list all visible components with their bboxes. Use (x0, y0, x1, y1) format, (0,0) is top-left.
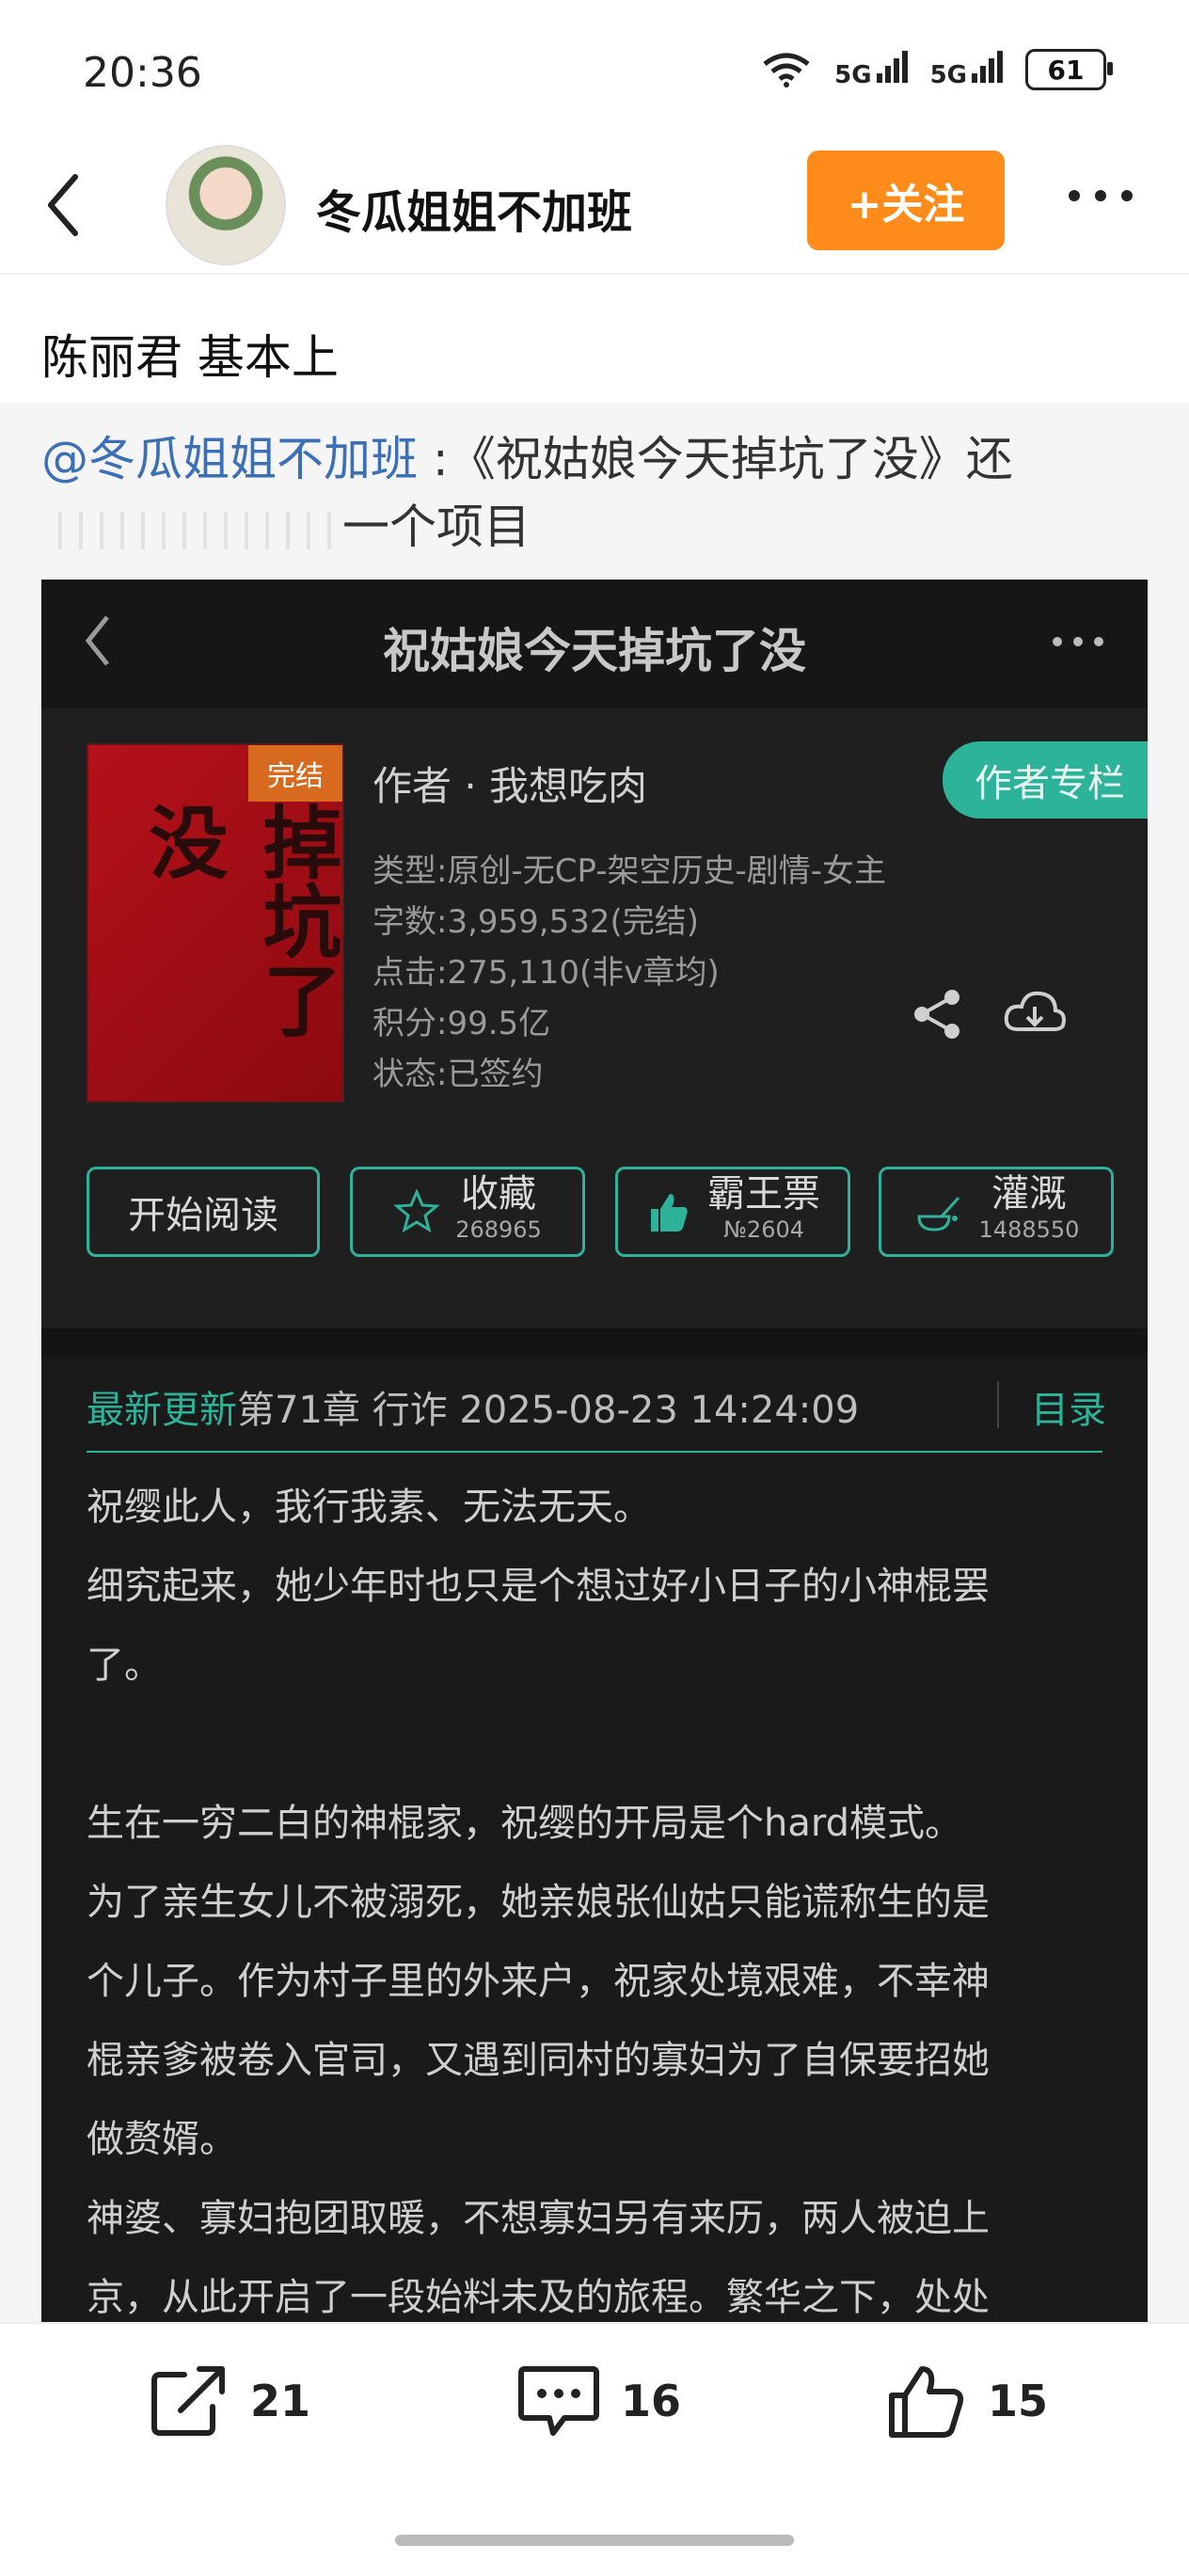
water-count: 1488550 (978, 1216, 1080, 1243)
water-label: 灌溉 (991, 1172, 1067, 1216)
repost-button[interactable]: 21 (147, 2361, 310, 2441)
quote-body: :《祝姑娘今天掉坑了没》还 (418, 432, 1013, 486)
book-cover: 完结 掉坑了没 (87, 743, 344, 1103)
comment-count: 16 (621, 2376, 682, 2426)
synopsis-line-5: 为了亲生女儿不被溺死，她亲娘张仙姑只能谎称生的是 (87, 1881, 990, 1924)
author-column-button: 作者专栏 (943, 741, 1148, 819)
user-name[interactable]: 冬瓜姐姐不加班 (316, 175, 632, 241)
latest-label: 最新更新 (87, 1389, 237, 1432)
latest-chapter: 第71章 行诈 2025-08-23 14:24:09 (237, 1389, 860, 1432)
quote-body-line2: 一个项目 (342, 500, 531, 554)
synopsis-line-7: 棍亲爹被卷入官司，又遇到同村的寡妇为了自保要招她 (87, 2039, 990, 2082)
start-reading-label: 开始阅读 (128, 1194, 278, 1237)
status-time: 20:36 (83, 49, 202, 97)
book-title: 祝姑娘今天掉坑了没 (383, 624, 806, 678)
synopsis-line-4: 生在一穷二白的神棍家，祝缨的开局是个hard模式。 (87, 1802, 962, 1845)
teal-rule (87, 1451, 1102, 1453)
like-button[interactable]: 15 (884, 2361, 1048, 2441)
share-icon (914, 990, 959, 1039)
like-icon (889, 2366, 964, 2438)
thumbs-up-icon (651, 1194, 688, 1232)
synopsis-line-3: 了。 (87, 1644, 162, 1687)
latest-update: 最新更新第71章 行诈 2025-08-23 14:24:09 (87, 1379, 859, 1434)
comment-icon (518, 2366, 599, 2436)
synopsis-line-9: 神婆、寡妇抱团取暖，不想寡妇另有来历，两人被迫上 (87, 2197, 990, 2240)
synopsis-line-2: 细究起来，她少年时也只是个想过好小日子的小神棍罢 (87, 1565, 990, 1608)
mention-link[interactable]: @冬瓜姐姐不加班 (41, 432, 418, 486)
collect-count: 268965 (455, 1216, 542, 1243)
watering-icon (917, 1196, 959, 1232)
network-label-2: 5G (929, 60, 967, 89)
avatar[interactable] (166, 145, 286, 265)
battery-level: 61 (1047, 54, 1085, 86)
meta-status: 状态:已签约 (373, 1056, 544, 1093)
signal-icon: 5G (834, 50, 908, 89)
post-text: 陈丽君 基本上 (41, 330, 339, 385)
author-name: 作者 · 我想吃肉 (373, 763, 648, 809)
battery-icon: 61 (1025, 49, 1113, 90)
meta-wordcount: 字数:3,959,532(完结) (373, 903, 700, 941)
start-reading-button: 开始阅读 (87, 1167, 320, 1257)
cover-title: 掉坑了没 (136, 802, 343, 1039)
synopsis-line-1: 祝缨此人，我行我素、无法无天。 (87, 1486, 651, 1529)
water-button: 灌溉 1488550 (879, 1167, 1114, 1257)
like-count: 15 (988, 2376, 1049, 2426)
vote-button: 霸王票 №2604 (615, 1167, 850, 1257)
embedded-screenshot[interactable]: 祝姑娘今天掉坑了没 完结 掉坑了没 作者 · 我想吃肉 作者专栏 类型:原创-无… (41, 580, 1148, 2322)
comment-button[interactable]: 16 (515, 2361, 681, 2441)
download-icon (1004, 991, 1066, 1031)
meta-genre: 类型:原创-无CP-架空历史-剧情-女主 (373, 852, 887, 890)
repost-icon (151, 2366, 225, 2436)
more-icon[interactable] (1063, 177, 1138, 215)
wifi-icon (763, 53, 810, 87)
vote-rank: №2604 (722, 1216, 805, 1243)
repost-count: 21 (250, 2376, 311, 2426)
network-label: 5G (834, 60, 872, 89)
section-divider (41, 1328, 1148, 1359)
quote-text: @冬瓜姐姐不加班 :《祝姑娘今天掉坑了没》还 一个项目 (41, 425, 1151, 561)
header: 冬瓜姐姐不加班 +关注 (0, 141, 1189, 275)
collect-label: 收藏 (461, 1172, 536, 1216)
home-indicator[interactable] (395, 2535, 794, 2546)
meta-score: 积分:99.5亿 (373, 1005, 551, 1042)
embed-topbar: 祝姑娘今天掉坑了没 (41, 580, 1148, 708)
back-icon[interactable] (38, 167, 94, 243)
collect-button: 收藏 268965 (350, 1167, 585, 1257)
toc-link: 目录 (1031, 1389, 1106, 1432)
follow-button[interactable]: +关注 (807, 151, 1005, 250)
signal-icon-2: 5G (929, 50, 1003, 89)
synopsis-line-6: 个儿子。作为村子里的外来户，祝家处境艰难，不幸神 (87, 1960, 990, 2003)
obscured-text (41, 511, 342, 549)
vote-label: 霸王票 (707, 1172, 820, 1216)
synopsis-line-8: 做赘婿。 (87, 2118, 237, 2161)
completed-badge: 完结 (248, 745, 342, 802)
star-icon (393, 1188, 441, 1233)
status-icons: 5G 5G 61 (761, 49, 1113, 90)
meta-clicks: 点击:275,110(非v章均) (373, 954, 720, 992)
toc-divider (997, 1381, 999, 1428)
synopsis-line-10: 京，从此开启了一段始料未及的旅程。繁华之下，处处 (87, 2276, 990, 2319)
embed-more-icon (1053, 637, 1103, 646)
